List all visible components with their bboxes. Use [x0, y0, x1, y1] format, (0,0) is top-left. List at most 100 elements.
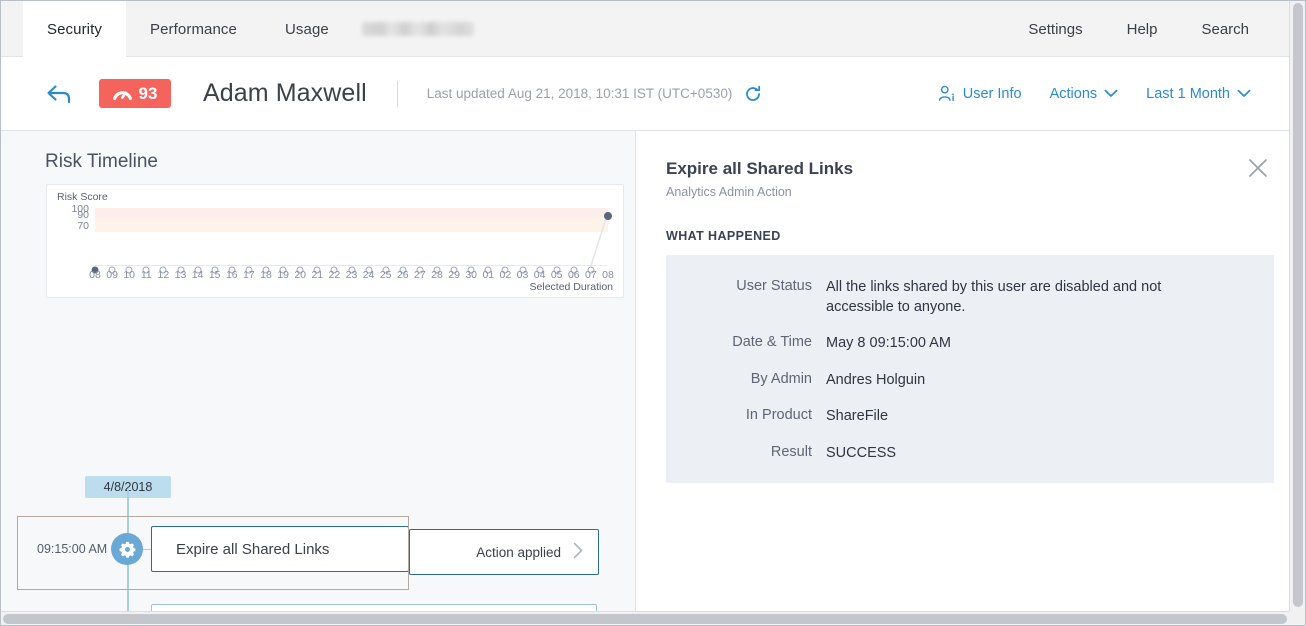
detail-row: Date & Time May 8 09:15:00 AM	[666, 334, 1274, 354]
detail-row: In Product ShareFile	[666, 407, 1274, 427]
detail-subtitle: Analytics Admin Action	[666, 185, 792, 199]
user-info-icon	[938, 85, 956, 102]
chart-x-tick-label: 06	[567, 269, 580, 281]
chart-x-tick-label: 03	[516, 269, 529, 281]
chart-x-tick-label: 25	[379, 269, 392, 281]
detail-row-key: Date & Time	[732, 334, 812, 351]
chart-x-tick-label: 23	[345, 269, 358, 281]
chart-y-tick: 90	[77, 208, 89, 221]
horizontal-scrollbar-thumb[interactable]	[3, 614, 1287, 624]
risk-score-chart: Risk Score 100 90 70 08 09 10 11 12 13 14 15 16 17 1…	[46, 184, 624, 298]
redacted-tab-label	[361, 22, 474, 36]
chart-x-tick-label: 07	[585, 269, 597, 281]
chart-x-axis-title: Selected Duration	[529, 281, 613, 293]
chart-x-tick-label: 28	[431, 269, 443, 281]
chart-x-tick-label: 11	[140, 269, 152, 281]
user-info-button[interactable]: User Info	[924, 85, 1036, 102]
user-info-label: User Info	[962, 85, 1022, 102]
tab-list: Security Performance Usage	[23, 1, 483, 57]
tab-usage[interactable]: Usage	[261, 1, 353, 57]
timeline-row-time: 09:15:00 AM	[37, 542, 108, 556]
detail-row-key: By Admin	[750, 370, 812, 387]
chart-x-tick-label: 26	[396, 269, 409, 281]
chart-x-tick-label: 16	[225, 269, 238, 281]
page-title: Adam Maxwell	[203, 79, 367, 107]
chart-x-tick-label: 20	[294, 269, 307, 281]
action-applied-card[interactable]: Action applied	[409, 529, 599, 575]
tab-security[interactable]: Security	[23, 1, 126, 57]
risk-timeline-title: Risk Timeline	[45, 151, 158, 172]
chart-x-tick-label: 22	[328, 269, 341, 281]
event-detail-pane: Expire all Shared Links Analytics Admin …	[637, 131, 1291, 615]
topnav-help[interactable]: Help	[1105, 21, 1180, 38]
vertical-scrollbar[interactable]	[1289, 1, 1305, 611]
chart-x-tick-label: 12	[157, 269, 170, 281]
detail-row-value: ShareFile	[826, 408, 889, 425]
chart-x-tick-label: 13	[174, 269, 187, 281]
scrollbar-corner	[1289, 611, 1305, 625]
chart-x-tick-label: 21	[311, 269, 324, 281]
last-updated-text: Last updated Aug 21, 2018, 10:31 IST (UT…	[426, 86, 733, 101]
tab-redacted[interactable]	[353, 1, 483, 57]
back-arrow-icon[interactable]	[45, 80, 73, 108]
detail-row-value: May 8 09:15:00 AM	[826, 335, 951, 352]
risk-score-badge[interactable]: 93	[99, 79, 171, 108]
tab-label: Performance	[150, 20, 237, 38]
detail-panel: User Status All the links shared by this …	[666, 255, 1274, 483]
chart-plot-area: 100 90 70	[71, 204, 612, 273]
risk-score-value: 93	[138, 83, 158, 103]
detail-row: User Status All the links shared by this …	[666, 278, 1274, 317]
detail-row-key: In Product	[745, 407, 812, 424]
chart-series-line	[95, 211, 608, 266]
refresh-icon[interactable]	[744, 85, 762, 103]
chart-x-tick-label: 08	[602, 269, 614, 281]
tab-label: Usage	[284, 20, 329, 38]
chart-x-tick-label: 04	[533, 269, 546, 281]
time-period-label: Last 1 Month	[1146, 85, 1230, 102]
timeline-event-label: Expire all Shared Links	[176, 540, 330, 558]
detail-section-title: WHAT HAPPENED	[666, 229, 781, 243]
chart-x-tick-label: 29	[448, 269, 460, 281]
chart-x-tick-label: 19	[277, 269, 289, 281]
detail-table: User Status All the links shared by this …	[666, 255, 1274, 463]
tab-label: Security	[47, 20, 102, 38]
chart-x-tick-label: 30	[465, 269, 478, 281]
topnav-search[interactable]: Search	[1179, 21, 1271, 38]
chevron-right-icon	[573, 542, 584, 562]
chart-x-tick-label: 14	[191, 269, 204, 281]
chart-x-tick-label: 18	[260, 269, 272, 281]
risk-timeline-pane: Risk Timeline Risk Score 100 90 70 08 09 10 1…	[1, 131, 636, 615]
detail-row-key: Result	[770, 443, 812, 460]
actions-dropdown[interactable]: Actions	[1036, 86, 1133, 102]
gear-icon[interactable]	[111, 533, 143, 565]
header-actions: User Info Actions Last 1 Month	[924, 85, 1265, 102]
header-divider	[396, 80, 398, 107]
timeline-event-card[interactable]: Expire all Shared Links	[151, 526, 409, 572]
detail-row-key: User Status	[736, 278, 812, 294]
chart-x-tick-label: 01	[482, 269, 495, 281]
time-period-dropdown[interactable]: Last 1 Month	[1132, 86, 1265, 102]
detail-row-value: All the links shared by this user are di…	[826, 279, 1162, 315]
chart-x-tick-label: 24	[362, 269, 375, 281]
detail-row: By Admin Andres Holguin	[666, 371, 1274, 391]
chart-y-axis-title: Risk Score	[57, 191, 108, 203]
chart-x-tick-label: 09	[106, 269, 118, 281]
chart-y-tick: 70	[77, 220, 89, 233]
topnav-settings[interactable]: Settings	[1006, 21, 1104, 38]
detail-row-value: SUCCESS	[826, 444, 897, 461]
chevron-down-icon	[1104, 86, 1118, 102]
chart-data-point[interactable]	[604, 211, 612, 220]
detail-row: Result SUCCESS	[666, 444, 1274, 464]
top-tab-bar: Security Performance Usage Settings Help Sea…	[1, 1, 1291, 57]
chevron-down-icon	[1237, 86, 1251, 102]
vertical-scrollbar-thumb[interactable]	[1293, 3, 1303, 607]
detail-row-value: Andres Holguin	[826, 371, 926, 388]
chart-x-tick-label: 17	[243, 269, 255, 281]
actions-label: Actions	[1049, 85, 1098, 102]
action-applied-label: Action applied	[476, 544, 561, 560]
horizontal-scrollbar[interactable]	[1, 611, 1291, 625]
page-header: 93 Adam Maxwell Last updated Aug 21, 201…	[1, 57, 1291, 131]
gauge-icon	[112, 86, 132, 101]
close-icon[interactable]	[1247, 157, 1269, 179]
tab-performance[interactable]: Performance	[126, 1, 261, 57]
